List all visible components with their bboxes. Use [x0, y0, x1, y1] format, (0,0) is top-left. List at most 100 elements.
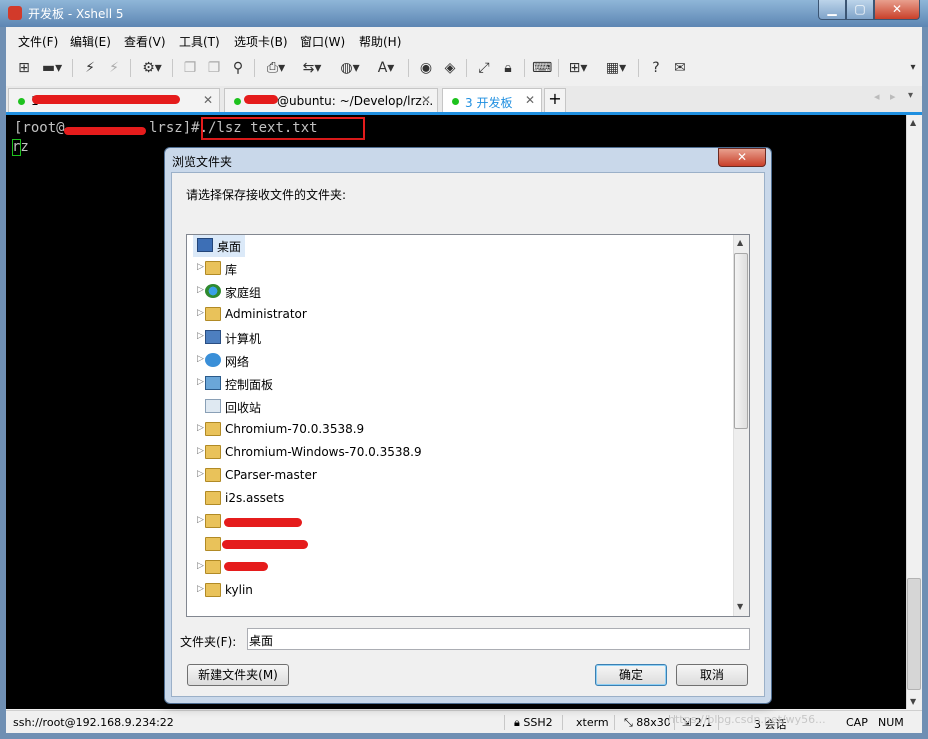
control-panel-icon	[205, 376, 221, 390]
maximize-button[interactable]: ▢	[846, 0, 874, 20]
tab-menu-icon[interactable]: ▾	[908, 90, 913, 101]
folder-icon	[205, 422, 221, 436]
tree-item-label: i2s.assets	[225, 491, 285, 505]
globe-icon[interactable]: ◍▾	[336, 59, 364, 77]
menu-window[interactable]: 窗口(W)	[300, 33, 345, 50]
tab-scroll-left-icon[interactable]: ◂	[874, 90, 880, 103]
new-tab-button[interactable]: +	[544, 88, 566, 112]
menu-edit[interactable]: 编辑(E)	[70, 33, 111, 50]
close-tab-icon[interactable]: ✕	[421, 93, 431, 107]
folder-icon	[205, 491, 221, 505]
library-icon	[205, 261, 221, 275]
expand-arrow-icon[interactable]: ▷	[197, 354, 204, 364]
close-tab-icon[interactable]: ✕	[203, 93, 213, 107]
redaction-mark	[224, 562, 268, 571]
copy-icon[interactable]: ❐	[180, 59, 200, 77]
folder-icon	[205, 560, 221, 574]
terminal-scrollbar-thumb[interactable]	[907, 578, 921, 690]
folder-icon	[205, 445, 221, 459]
size-label: 88x30	[636, 716, 671, 729]
minimize-button[interactable]: ▁	[818, 0, 846, 20]
connect-icon[interactable]: ⚡	[80, 59, 100, 77]
folder-icon	[205, 537, 221, 551]
tree-item-label: Administrator	[225, 307, 307, 321]
tab-scroll-right-icon[interactable]: ▸	[890, 90, 896, 103]
redaction-mark	[244, 95, 278, 104]
prompt-end: lrsz]	[140, 120, 192, 136]
close-tab-icon[interactable]: ✕	[525, 93, 535, 107]
lock-icon[interactable]: 🔒︎	[498, 59, 518, 77]
toolbar-overflow-icon[interactable]: ▾	[906, 59, 920, 77]
expand-arrow-icon[interactable]: ▷	[197, 331, 204, 341]
dialog-close-button[interactable]: ✕	[718, 148, 766, 167]
tree-item-label: 回收站	[225, 401, 262, 415]
add-tab-icon[interactable]: ⊞▾	[564, 59, 592, 77]
network-icon	[205, 353, 221, 367]
fullscreen-icon[interactable]: ⤢	[474, 59, 494, 77]
toolbar: ⊞ ▬▾ ⚡ ⚡ ⚙▾ ❐ ❐ ⚲ ⎙▾ ⇆▾ ◍▾ A▾ ◉ ◈ ⤢ 🔒︎ ⌨…	[6, 54, 922, 82]
close-window-button[interactable]: ✕	[874, 0, 920, 20]
menu-help[interactable]: 帮助(H)	[359, 33, 401, 50]
protocol-label: SSH2	[523, 716, 553, 729]
help-icon[interactable]: ?	[646, 59, 666, 77]
keyboard-icon[interactable]: ⌨	[532, 59, 552, 77]
open-folder-icon[interactable]: ▬▾	[38, 59, 66, 77]
redaction-mark	[64, 127, 146, 135]
expand-arrow-icon[interactable]: ▷	[197, 561, 204, 571]
tree-item-label: CParser-master	[225, 468, 317, 482]
find-icon[interactable]: ⚲	[228, 59, 248, 77]
menu-tools[interactable]: 工具(T)	[179, 33, 220, 50]
script-icon[interactable]: ◈	[440, 59, 460, 77]
paste-icon[interactable]: ❐	[204, 59, 224, 77]
xshell-app-icon[interactable]	[8, 6, 22, 20]
xftp-icon[interactable]: ◉	[416, 59, 436, 77]
expand-arrow-icon[interactable]: ▷	[197, 469, 204, 479]
expand-arrow-icon[interactable]: ▷	[197, 423, 204, 433]
expand-arrow-icon[interactable]: ▷	[197, 446, 204, 456]
connected-status-icon	[234, 98, 241, 105]
expand-arrow-icon[interactable]: ▷	[197, 285, 204, 295]
tree-item-label: 控制面板	[225, 378, 274, 392]
menu-view[interactable]: 查看(V)	[124, 33, 166, 50]
redaction-mark	[32, 95, 180, 104]
print-icon[interactable]: ⎙▾	[262, 59, 290, 77]
watermark: https://blog.csdn.net/wy56...	[668, 713, 826, 726]
folder-tree[interactable]: 桌面 ▷ 库 ▷ 家庭组 ▷ Administrator ▷ 计算机 ▷ 网络 …	[186, 234, 750, 617]
tree-item-label: Chromium-70.0.3538.9	[225, 422, 365, 436]
folder-input[interactable]: 桌面	[247, 628, 750, 650]
tree-scroll-down-icon[interactable]: ▼	[737, 602, 743, 611]
font-icon[interactable]: A▾	[372, 59, 400, 77]
terminal-cursor	[12, 139, 21, 156]
expand-arrow-icon[interactable]: ▷	[197, 515, 204, 525]
expand-arrow-icon[interactable]: ▷	[197, 584, 204, 594]
tab-session-3[interactable]: 3 开发板 ✕	[442, 88, 542, 112]
chat-icon[interactable]: ✉	[670, 59, 690, 77]
window-title: 开发板 - Xshell 5	[28, 7, 124, 21]
menu-file[interactable]: 文件(F)	[18, 33, 58, 50]
dialog-prompt: 请选择保存接收文件的文件夹:	[186, 188, 347, 202]
disconnect-icon[interactable]: ⚡	[104, 59, 124, 77]
cancel-button[interactable]: 取消	[676, 664, 748, 686]
expand-arrow-icon[interactable]: ▷	[197, 377, 204, 387]
tree-item-label: 计算机	[225, 332, 262, 346]
scroll-down-icon[interactable]: ▼	[910, 697, 916, 706]
new-folder-button[interactable]: 新建文件夹(M)	[187, 664, 289, 686]
scroll-up-icon[interactable]: ▲	[910, 118, 916, 127]
tree-item-desktop[interactable]: 桌面	[193, 235, 245, 257]
new-session-icon[interactable]: ⊞	[14, 59, 34, 77]
connected-status-icon	[452, 98, 459, 105]
menu-tabs[interactable]: 选项卡(B)	[234, 33, 288, 50]
tree-item-label: 库	[225, 263, 238, 277]
num-lock-status: NUM	[878, 716, 904, 729]
transfer-icon[interactable]: ⇆▾	[298, 59, 326, 77]
layout-icon[interactable]: ▦▾	[602, 59, 630, 77]
expand-arrow-icon[interactable]: ▷	[197, 262, 204, 272]
tree-scrollbar-thumb[interactable]	[734, 253, 748, 429]
tab-label: 3 开发板	[465, 96, 513, 110]
connected-status-icon	[18, 98, 25, 105]
tree-scroll-up-icon[interactable]: ▲	[737, 238, 743, 247]
expand-arrow-icon[interactable]: ▷	[197, 308, 204, 318]
properties-icon[interactable]: ⚙▾	[138, 59, 166, 77]
caps-lock-status: CAP	[846, 716, 868, 729]
ok-button[interactable]: 确定	[595, 664, 667, 686]
